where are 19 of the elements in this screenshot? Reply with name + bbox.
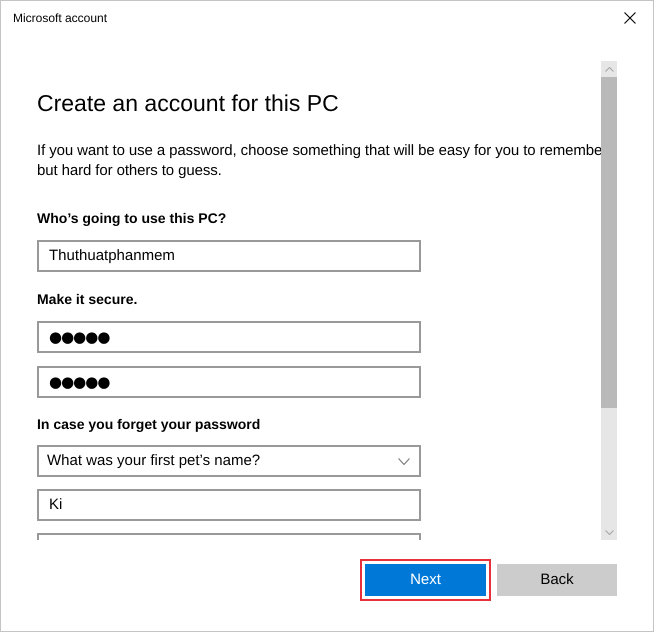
password-field[interactable]: ●●●●● xyxy=(37,321,421,353)
page-heading: Create an account for this PC xyxy=(37,89,339,117)
scroll-down-icon[interactable] xyxy=(604,530,614,534)
chevron-down-icon xyxy=(398,458,410,464)
field-label: Make it secure. xyxy=(37,290,138,309)
text-field[interactable]: Ki xyxy=(37,489,421,521)
scrollbar-track[interactable] xyxy=(601,61,617,540)
window-title: Microsoft account xyxy=(13,10,108,26)
text-field[interactable] xyxy=(37,533,421,540)
close-icon[interactable] xyxy=(624,12,636,24)
back-button[interactable]: Back xyxy=(497,564,617,596)
scroll-up-icon[interactable] xyxy=(604,66,614,72)
next-button[interactable]: Next xyxy=(365,564,486,596)
scrollbar-thumb[interactable] xyxy=(601,77,617,408)
question-dropdown[interactable]: What was your first pet’s name? xyxy=(37,445,421,477)
field-label: Who’s going to use this PC? xyxy=(37,209,226,228)
field-label: In case you forget your password xyxy=(37,415,260,434)
password-field[interactable]: ●●●●● xyxy=(37,366,421,398)
text-field[interactable]: Thuthuatphanmem xyxy=(37,240,421,272)
